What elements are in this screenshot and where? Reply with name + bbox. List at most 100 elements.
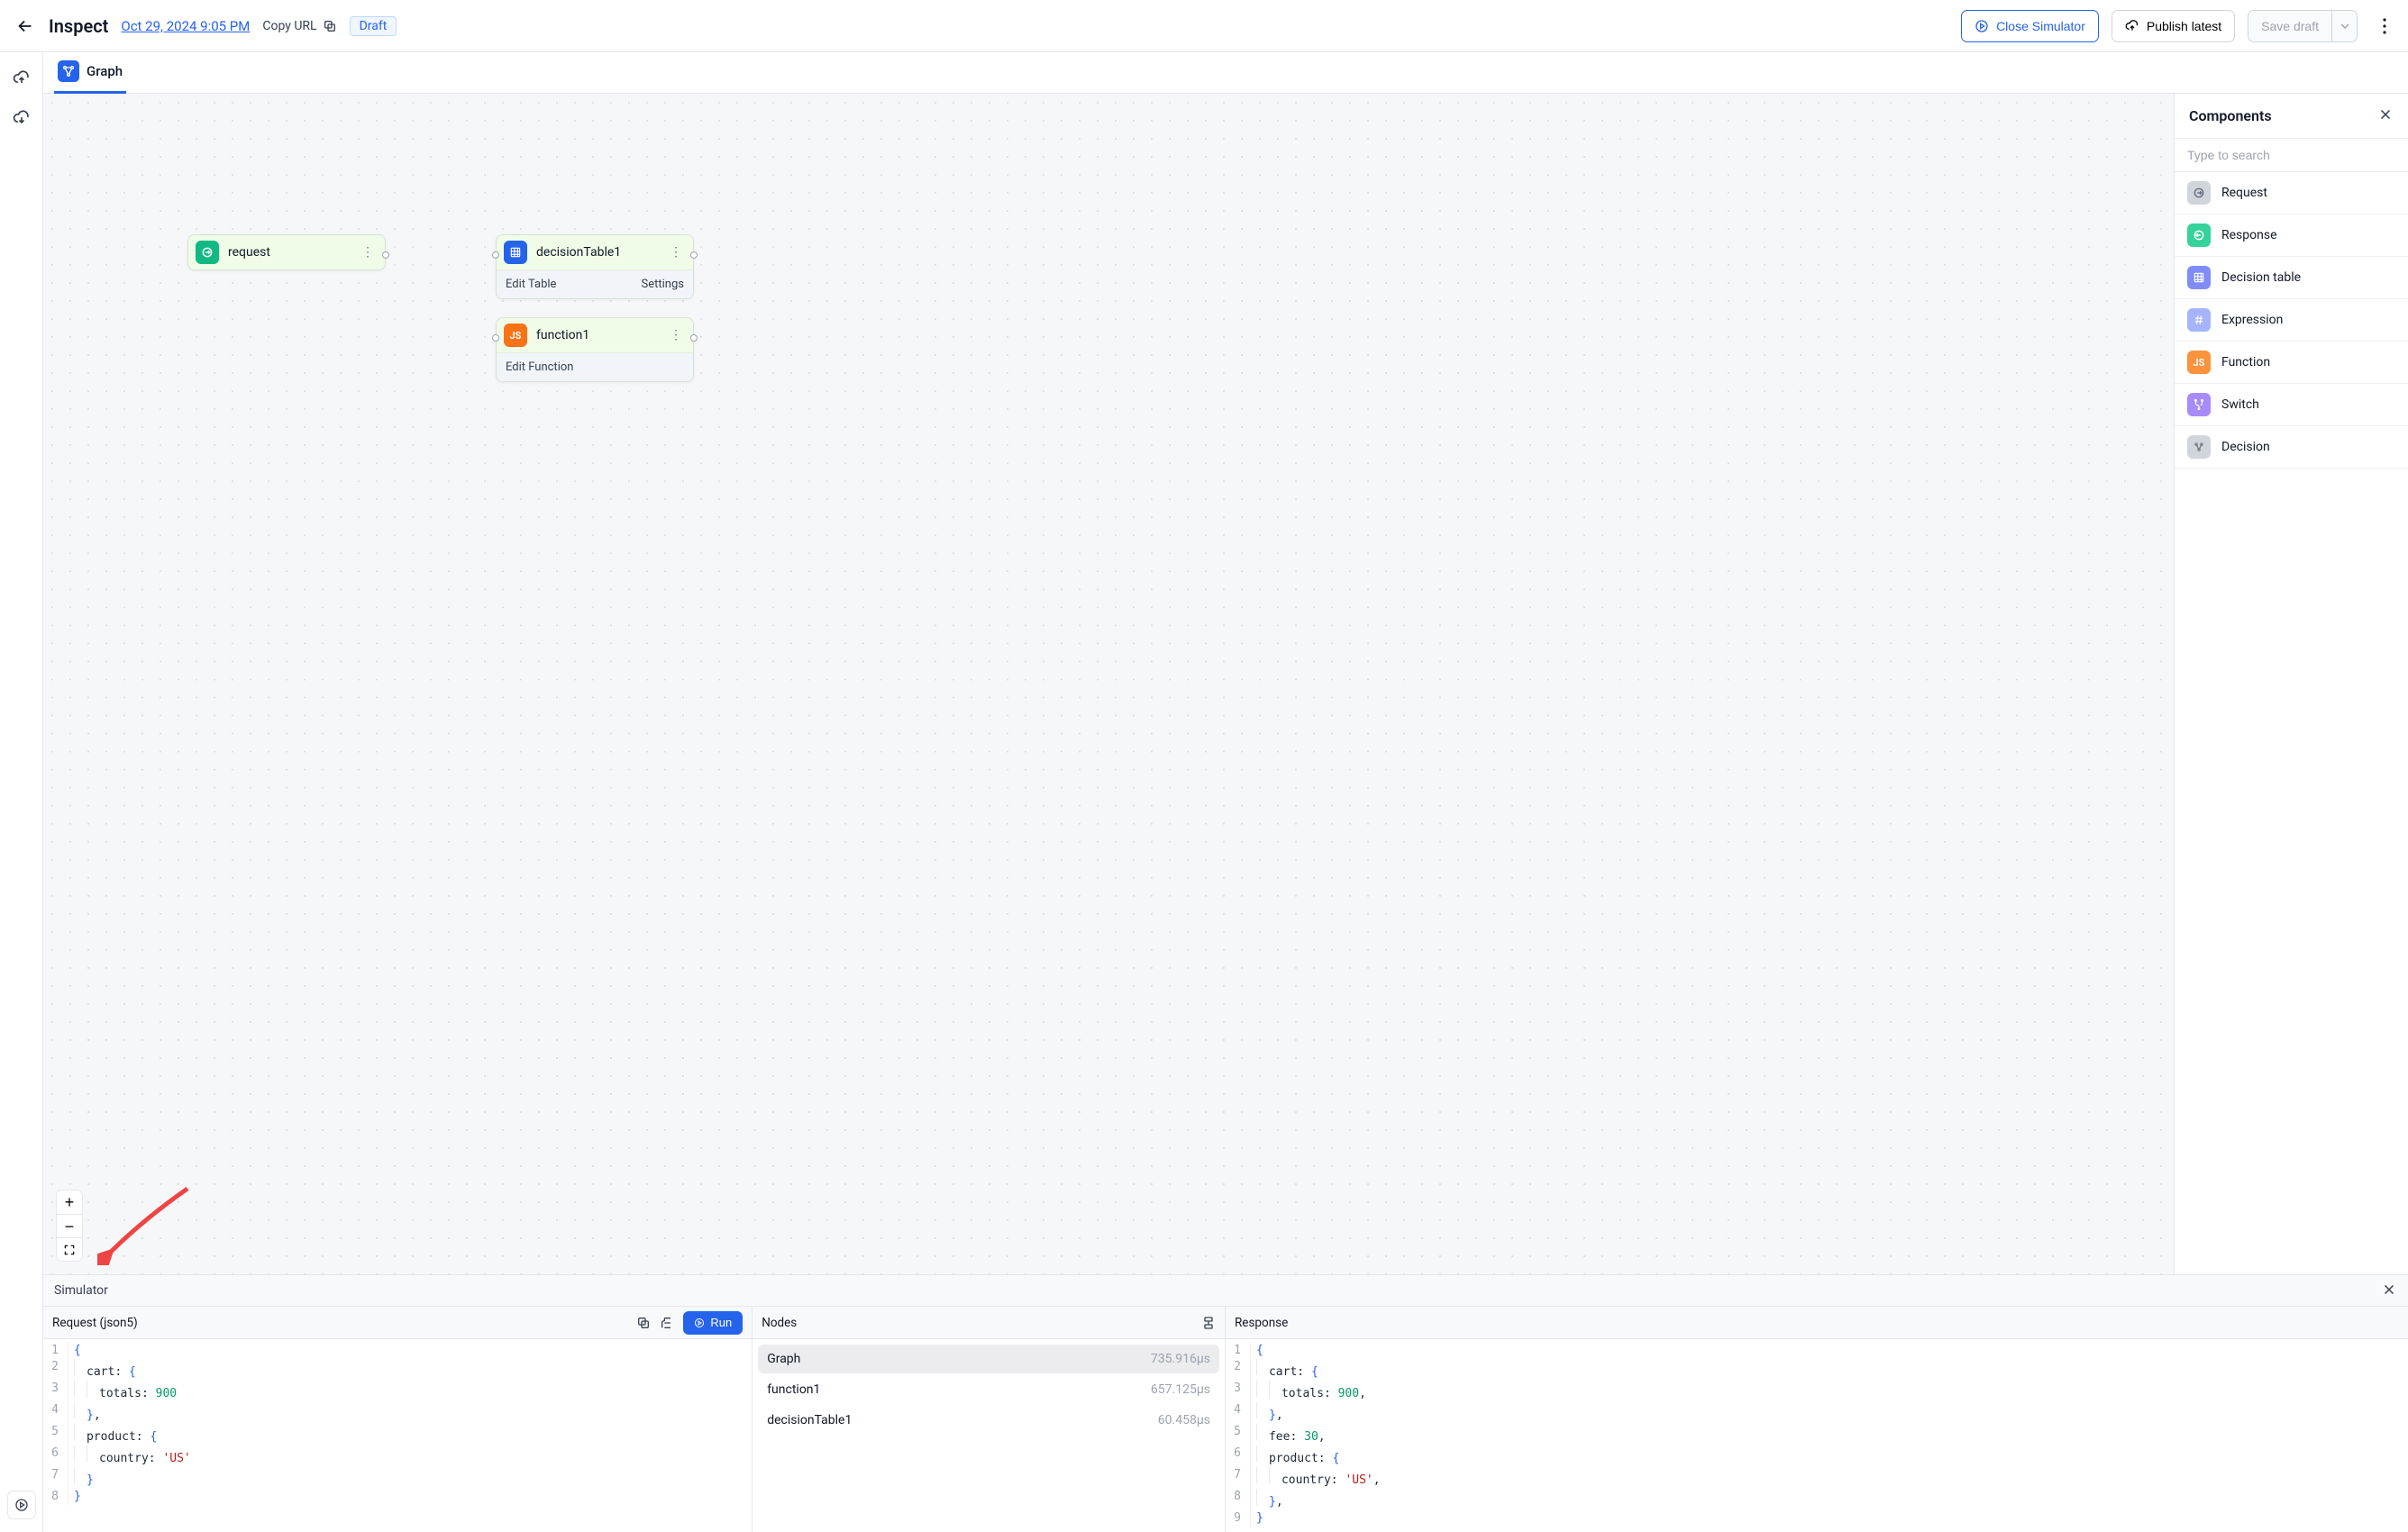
node-function-menu[interactable]: ⋮ (666, 328, 686, 342)
graph-icon (58, 60, 79, 82)
component-item[interactable]: Response (2175, 214, 2408, 257)
component-item[interactable]: Decision (2175, 426, 2408, 469)
request-editor[interactable]: 1{2cart: {3totals: 9004},5product: {6cou… (43, 1339, 752, 1532)
zoom-controls: + − (56, 1190, 83, 1262)
nodes-row[interactable]: Graph 735.916µs (758, 1345, 1219, 1373)
node-request-menu[interactable]: ⋮ (358, 245, 378, 260)
simulator-response-title: Response (1235, 1316, 1288, 1330)
components-close-button[interactable] (2377, 106, 2394, 125)
simulator-bar: Simulator (43, 1274, 2408, 1307)
node-function-edit[interactable]: Edit Function (506, 360, 573, 374)
play-circle-icon (694, 1318, 705, 1328)
zoom-in-button[interactable]: + (57, 1190, 82, 1214)
response-viewer: 1{2cart: {3totals: 900,4},5fee: 30,6prod… (1226, 1339, 2408, 1532)
component-item-label: Decision table (2221, 270, 2301, 285)
component-item-label: Function (2221, 355, 2270, 369)
component-item-label: Decision (2221, 440, 2270, 454)
save-draft-caret[interactable] (2332, 10, 2358, 42)
zoom-out-button[interactable]: − (57, 1214, 82, 1237)
request-icon (196, 241, 219, 264)
component-item[interactable]: Switch (2175, 384, 2408, 426)
nodes-row[interactable]: function1657.125µs (758, 1375, 1219, 1404)
copy-url-label: Copy URL (262, 19, 316, 33)
component-item-label: Expression (2221, 313, 2283, 327)
response-icon (2187, 223, 2211, 247)
dots-vertical-icon (2383, 18, 2386, 34)
hash-icon (2187, 308, 2211, 332)
decision-icon (2187, 435, 2211, 459)
publish-button[interactable]: Publish latest (2112, 10, 2235, 42)
js-icon: JS (504, 324, 527, 347)
close-icon (2377, 106, 2394, 123)
components-search-input[interactable] (2175, 139, 2408, 171)
cloud-up-icon (13, 69, 31, 87)
save-draft-label: Save draft (2261, 19, 2319, 33)
run-button[interactable]: Run (683, 1311, 743, 1335)
copy-request-button[interactable] (636, 1316, 651, 1330)
node-decision-title: decisionTable1 (536, 245, 657, 260)
draft-badge: Draft (350, 16, 397, 36)
tab-graph[interactable]: Graph (54, 52, 126, 94)
more-menu-button[interactable] (2376, 10, 2394, 42)
tab-graph-label: Graph (87, 63, 123, 79)
nodes-row[interactable]: decisionTable1 60.458µs (758, 1406, 1219, 1435)
cloud-down-icon (13, 109, 31, 127)
switch-icon (2187, 393, 2211, 416)
nodes-list: Graph735.916µsfunction1657.125µsdecision… (752, 1339, 1225, 1532)
nodes-row-time: 657.125µs (1151, 1382, 1210, 1397)
node-decision-edit[interactable]: Edit Table (506, 278, 556, 291)
node-function-title: function1 (536, 328, 657, 342)
annotation-arrow (97, 1184, 196, 1265)
close-simulator-label: Close Simulator (1996, 19, 2085, 33)
node-decision-table[interactable]: decisionTable1 ⋮ Edit Table Settings (496, 234, 694, 299)
component-item[interactable]: Expression (2175, 299, 2408, 342)
rail-download-icon[interactable] (12, 108, 32, 128)
simulator-nodes-title: Nodes (762, 1316, 797, 1330)
graph-canvas[interactable]: request ⋮ decisionTable1 ⋮ E (43, 94, 2174, 1274)
page-title: Inspect (49, 15, 108, 37)
component-item-label: Request (2221, 186, 2267, 200)
format-request-button[interactable] (660, 1316, 674, 1330)
publish-label: Publish latest (2147, 19, 2221, 33)
component-item[interactable]: Request (2175, 172, 2408, 214)
components-title: Components (2189, 107, 2272, 124)
nodes-row-name: Graph (767, 1352, 800, 1366)
zoom-fit-button[interactable] (57, 1237, 82, 1261)
nodes-row-name: decisionTable1 (767, 1413, 852, 1427)
graph-edges (43, 94, 314, 229)
request-icon (2187, 181, 2211, 205)
rail-upload-icon[interactable] (12, 68, 32, 88)
component-item[interactable]: Decision table (2175, 257, 2408, 299)
arrow-left-icon (15, 16, 35, 36)
node-decision-settings[interactable]: Settings (642, 278, 684, 291)
copy-url-button[interactable]: Copy URL (262, 19, 336, 33)
copy-icon (323, 19, 337, 33)
nodes-row-time: 60.458µs (1158, 1413, 1210, 1427)
simulator-title: Simulator (54, 1283, 108, 1298)
table-icon (2187, 266, 2211, 289)
play-circle-icon (1975, 19, 1989, 33)
simulator-nodes-col: Nodes Graph735.916µsfunction1657.125µsde… (752, 1307, 1226, 1532)
components-list: Request Response Decision table Expression J… (2175, 172, 2408, 469)
nodes-settings-button[interactable] (1201, 1316, 1216, 1330)
component-item-label: Response (2221, 228, 2277, 242)
left-rail (0, 52, 43, 1532)
chevron-down-icon (2338, 19, 2352, 33)
component-item[interactable]: JSFunction (2175, 342, 2408, 384)
timestamp-link[interactable]: Oct 29, 2024 9:05 PM (121, 18, 250, 34)
close-simulator-button[interactable]: Close Simulator (1961, 10, 2099, 42)
save-draft-split: Save draft (2248, 10, 2358, 42)
nodes-row-time: 735.916µs (1151, 1352, 1210, 1366)
node-decision-menu[interactable]: ⋮ (666, 245, 686, 260)
topbar: Inspect Oct 29, 2024 9:05 PM Copy URL Dr… (0, 0, 2408, 52)
node-request[interactable]: request ⋮ (187, 234, 386, 270)
rail-play-button[interactable] (7, 1491, 36, 1519)
play-circle-icon (14, 1498, 29, 1512)
upload-cloud-icon (2125, 19, 2139, 33)
simulator-request-col: Request (json5) Run 1{2cart: {3totals: 9… (43, 1307, 752, 1532)
simulator-close-button[interactable] (2381, 1281, 2397, 1300)
back-button[interactable] (14, 15, 36, 37)
tabs: Graph (43, 52, 2408, 94)
fit-icon (63, 1244, 76, 1256)
node-function[interactable]: JS function1 ⋮ Edit Function (496, 317, 694, 382)
